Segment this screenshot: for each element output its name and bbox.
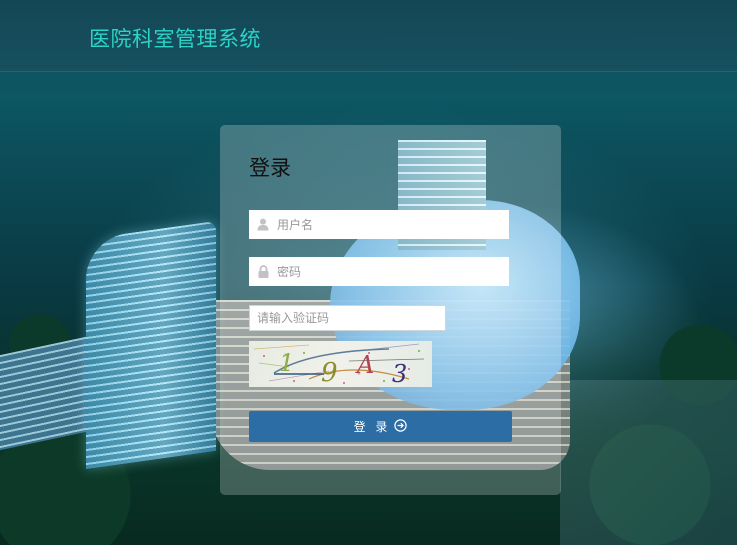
password-field[interactable]: [249, 257, 509, 286]
background-plaza: [560, 380, 737, 545]
app-title: 医院科室管理系统: [89, 27, 261, 51]
lock-icon: [249, 257, 277, 286]
captcha-char-1: 1: [279, 349, 294, 377]
captcha-input[interactable]: [257, 306, 445, 330]
login-panel: 登录 用户名 请输入验证码 1 9 A 3 登 录: [220, 125, 561, 495]
captcha-field[interactable]: [249, 305, 446, 331]
user-icon: [249, 210, 277, 239]
login-button-label: 登 录: [353, 420, 391, 434]
captcha-char-3: A: [355, 351, 374, 379]
background-building-left: [0, 334, 95, 451]
top-header: 医院科室管理系统: [0, 0, 737, 72]
captcha-char-4: 3: [392, 360, 407, 387]
login-button[interactable]: 登 录: [249, 411, 512, 442]
captcha-char-2: 9: [321, 358, 338, 387]
password-input[interactable]: [277, 257, 509, 286]
background-building-main: [86, 220, 216, 470]
login-title: 登录: [249, 156, 291, 180]
username-field[interactable]: [249, 210, 509, 239]
captcha-image[interactable]: 1 9 A 3: [249, 341, 432, 387]
arrow-right-circle-icon: [394, 418, 408, 435]
username-input[interactable]: [277, 210, 509, 239]
